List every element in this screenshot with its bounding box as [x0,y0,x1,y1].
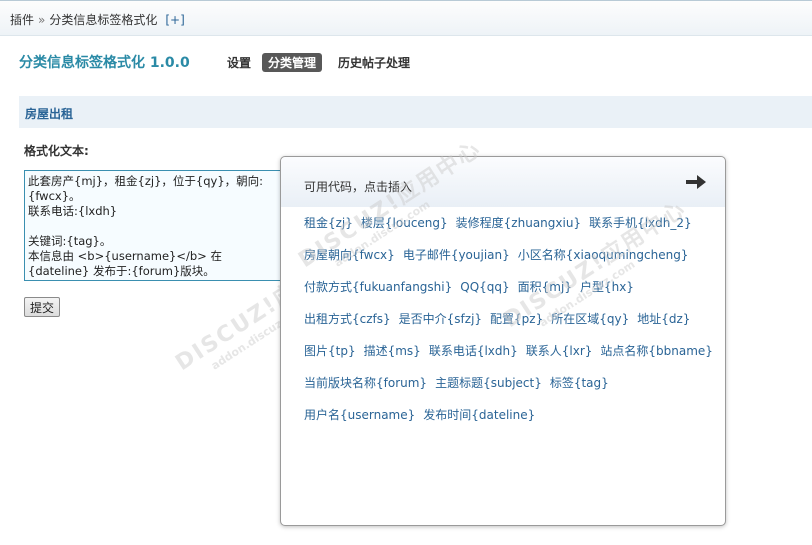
code-insert-link[interactable]: 小区名称{xiaoqumingcheng} [518,248,689,262]
code-insert-link[interactable]: 联系手机{lxdh_2} [589,216,692,230]
code-insert-link[interactable]: 主题标题{subject} [435,376,542,390]
format-text-label: 格式化文本: [24,144,89,158]
code-insert-link[interactable]: 用户名{username} [304,408,415,422]
code-insert-link[interactable]: 楼层{louceng} [361,216,448,230]
code-row: 租金{zj} 楼层{louceng} 装修程度{zhuangxiu} 联系手机{lxd… [304,214,700,231]
code-insert-link[interactable]: QQ{qq} [460,280,509,294]
code-row: 付款方式{fukuanfangshi} QQ{qq} 面积{mj} 户型{hx} [304,278,642,295]
code-insert-link[interactable]: 电子邮件{youjian} [403,248,510,262]
add-shortcut-link[interactable]: [+] [165,13,184,27]
code-insert-link[interactable]: 房屋朝向{fwcx} [304,248,395,262]
code-row: 图片{tp} 描述{ms} 联系电话{lxdh} 联系人{lxr} 站点名称{bbnam… [304,342,721,359]
code-insert-link[interactable]: 租金{zj} [304,216,353,230]
code-insert-link[interactable]: 所在区域{qy} [551,312,629,326]
code-insert-link[interactable]: 面积{mj} [518,280,572,294]
submit-button[interactable]: 提交 [24,297,61,317]
code-insert-link[interactable]: 配置{pz} [490,312,543,326]
section-header: 房屋出租 [19,96,812,128]
tab-history-posts[interactable]: 历史帖子处理 [332,53,416,72]
code-row: 当前版块名称{forum} 主题标题{subject} 标签{tag} [304,374,617,391]
tab-settings[interactable]: 设置 [221,53,257,72]
code-insert-link[interactable]: 是否中介{sfzj} [399,312,482,326]
code-row: 出租方式{czfs} 是否中介{sfzj} 配置{pz} 所在区域{qy} 地址{dz} [304,310,698,327]
code-insert-link[interactable]: 描述{ms} [364,344,421,358]
code-insert-link[interactable]: 出租方式{czfs} [304,312,391,326]
breadcrumb-root[interactable]: 插件 [10,13,34,27]
tab-category-management[interactable]: 分类管理 [262,53,323,72]
code-insert-link[interactable]: 付款方式{fukuanfangshi} [304,280,452,294]
breadcrumb-separator: » [38,13,46,27]
format-text-input[interactable]: 此套房产{mj}，租金{zj}，位于{qy}，朝向:{fwcx}。 联系电话:{… [24,170,282,281]
code-insert-link[interactable]: 图片{tp} [304,344,356,358]
code-insert-link[interactable]: 站点名称{bbname} [600,344,713,358]
code-insert-popup: 可用代码，点击插入 租金{zj} 楼层{louceng} 装修程度{zhuangxi… [280,136,726,526]
code-insert-link[interactable]: 装修程度{zhuangxiu} [456,216,581,230]
code-insert-link[interactable]: 联系人{lxr} [526,344,593,358]
popup-header: 可用代码，点击插入 [281,157,725,207]
code-insert-link[interactable]: 户型{hx} [580,280,634,294]
code-insert-link[interactable]: 联系电话{lxdh} [429,344,518,358]
code-insert-link[interactable]: 当前版块名称{forum} [304,376,427,390]
code-insert-link[interactable]: 地址{dz} [637,312,690,326]
code-insert-link[interactable]: 标签{tag} [550,376,609,390]
section-title: 房屋出租 [25,107,74,121]
popup-title: 可用代码，点击插入 [304,180,413,194]
top-bar: 插件 » 分类信息标签格式化 [+] [0,0,812,36]
code-row: 房屋朝向{fwcx} 电子邮件{youjian} 小区名称{xiaoqumingch… [304,246,696,263]
code-row: 用户名{username} 发布时间{dateline} [304,406,543,423]
code-insert-link[interactable]: 发布时间{dateline} [423,408,535,422]
plugin-title: 分类信息标签格式化 1.0.0 [19,55,190,71]
arrow-right-icon[interactable] [685,172,707,192]
breadcrumb: 插件 » 分类信息标签格式化 [+] [10,11,185,28]
breadcrumb-current: 分类信息标签格式化 [49,13,158,27]
